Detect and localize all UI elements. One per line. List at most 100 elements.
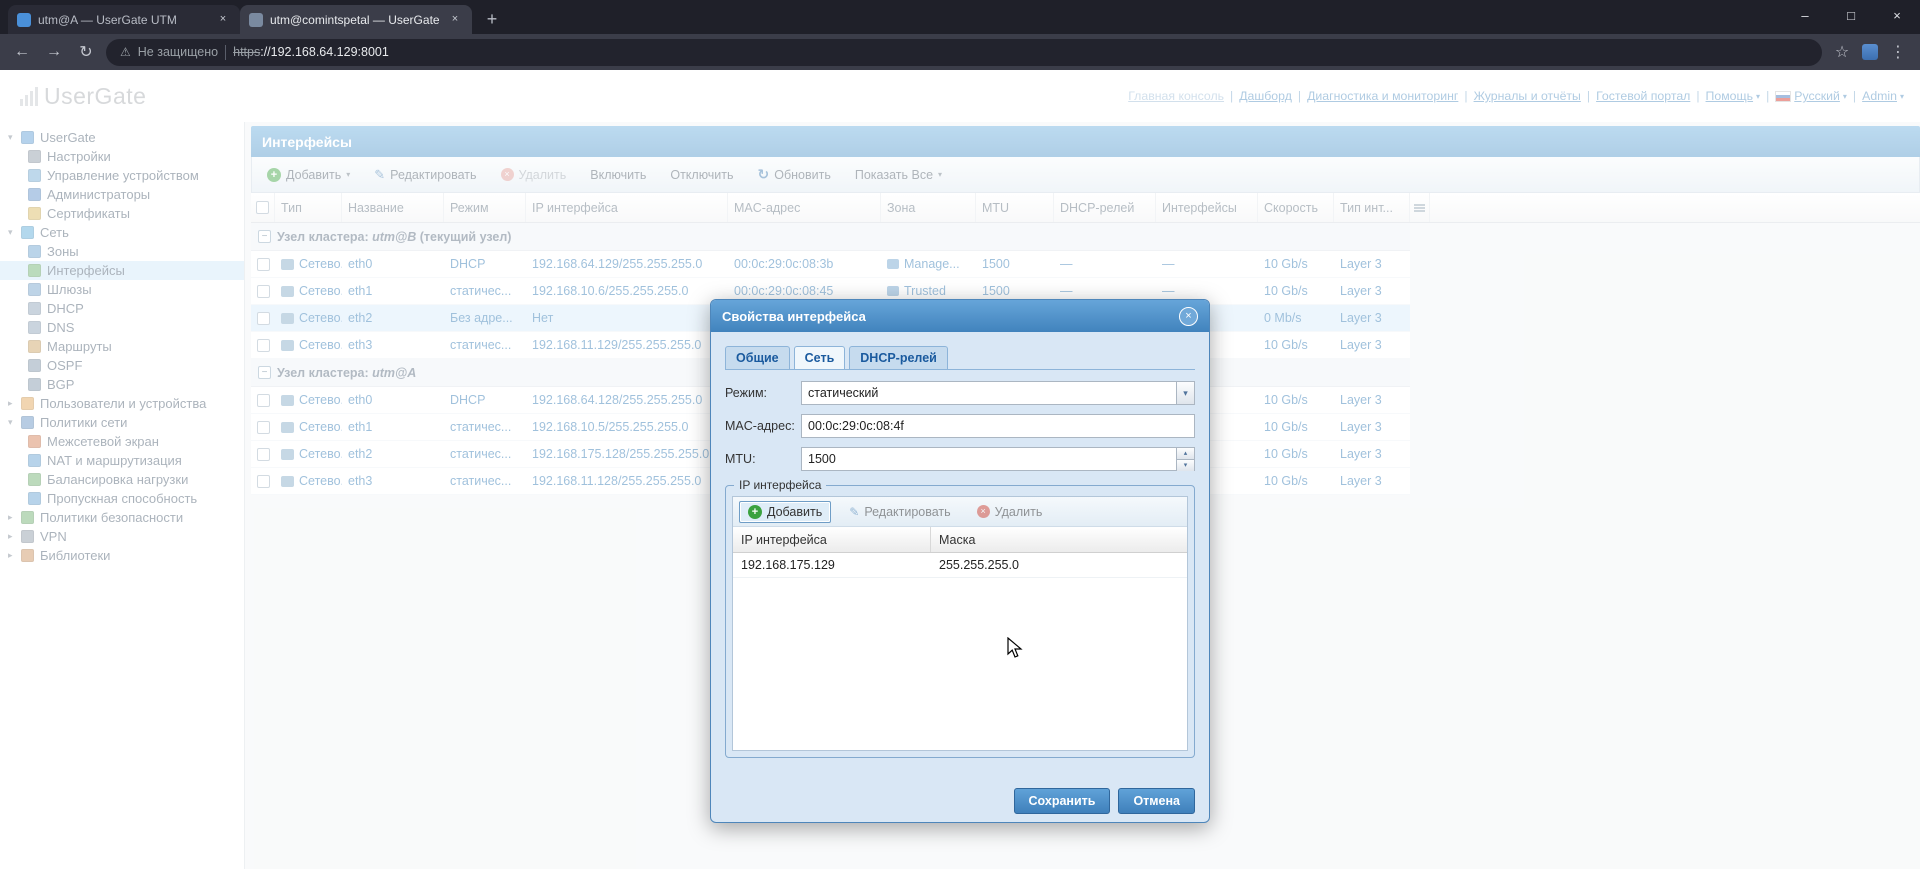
show-all-button[interactable]: Показать Все ▾ (847, 164, 950, 186)
collapse-icon[interactable]: − (258, 230, 271, 243)
sidebar-item[interactable]: Пропускная способность (0, 489, 244, 508)
sidebar-item[interactable]: Балансировка нагрузки (0, 470, 244, 489)
url-bar[interactable]: ⚠ Не защищено https://192.168.64.129:800… (106, 38, 1822, 66)
maximize-button[interactable]: □ (1828, 0, 1874, 30)
top-nav-link[interactable]: Дашборд (1239, 89, 1292, 103)
tab-close-icon[interactable]: × (447, 12, 463, 28)
sidebar-item[interactable]: Администраторы (0, 185, 244, 204)
minimize-button[interactable]: – (1782, 0, 1828, 30)
refresh-button[interactable]: ↻ Обновить (750, 162, 839, 187)
sidebar-item[interactable]: ▸ VPN (0, 527, 244, 546)
column-menu-icon[interactable] (1410, 193, 1430, 222)
table-row[interactable]: Сетево... eth0 DHCP 192.168.64.129/255.255.… (251, 251, 1410, 278)
tree-expander-icon[interactable]: ▸ (8, 550, 21, 561)
mac-input[interactable]: 00:0c:29:0c:08:4f (801, 414, 1195, 438)
tab-dhcp-relay[interactable]: DHCP-релей (849, 346, 948, 369)
sidebar-item[interactable]: OSPF (0, 356, 244, 375)
disable-button[interactable]: Отключить (662, 164, 741, 186)
top-nav-link[interactable]: Главная консоль (1128, 89, 1224, 103)
reload-icon[interactable]: ↻ (74, 42, 98, 62)
browser-menu-icon[interactable]: ⋮ (1886, 42, 1910, 62)
tab-network[interactable]: Сеть (793, 346, 846, 369)
delete-button[interactable]: × Удалить (493, 164, 575, 186)
tree-expander-icon[interactable]: ▸ (8, 512, 21, 523)
row-checkbox[interactable] (256, 447, 270, 461)
column-header[interactable]: Режим (444, 193, 526, 222)
sidebar-item[interactable]: Шлюзы (0, 280, 244, 299)
column-header[interactable]: Интерфейсы (1156, 193, 1258, 222)
close-window-button[interactable]: × (1874, 0, 1920, 30)
sidebar-item[interactable]: Настройки (0, 147, 244, 166)
column-header[interactable]: MAC-адрес (728, 193, 881, 222)
edit-button[interactable]: ✎ Редактировать (366, 163, 484, 187)
sidebar-item[interactable]: ▸ Библиотеки (0, 546, 244, 565)
sidebar-item[interactable]: ▾ UserGate (0, 128, 244, 147)
back-icon[interactable]: ← (10, 43, 34, 61)
mode-select[interactable]: статический ▾ (801, 381, 1195, 405)
sidebar-item[interactable]: Сертификаты (0, 204, 244, 223)
sidebar-item[interactable]: Межсетевой экран (0, 432, 244, 451)
sidebar-item[interactable]: NAT и маршрутизация (0, 451, 244, 470)
tree-expander-icon[interactable]: ▾ (8, 132, 21, 143)
top-nav-link[interactable]: Диагностика и мониторинг (1307, 89, 1458, 103)
new-tab-button[interactable]: + (478, 6, 506, 34)
row-checkbox[interactable] (256, 311, 270, 325)
sidebar-item[interactable]: ▾ Сеть (0, 223, 244, 242)
sidebar-item[interactable]: BGP (0, 375, 244, 394)
column-header[interactable]: DHCP-релей (1054, 193, 1156, 222)
top-nav-link[interactable]: Admin ▾ (1862, 89, 1904, 103)
column-header[interactable]: Тип инт... (1334, 193, 1410, 222)
not-secure-label[interactable]: Не защищено (138, 45, 218, 59)
row-checkbox[interactable] (256, 284, 270, 298)
ip-edit-button[interactable]: ✎ Редактировать (841, 502, 958, 522)
row-checkbox[interactable] (256, 338, 270, 352)
save-button[interactable]: Сохранить (1013, 788, 1111, 814)
ip-column-header[interactable]: IP интерфейса (733, 527, 931, 552)
bookmark-star-icon[interactable]: ☆ (1830, 42, 1854, 62)
cancel-button[interactable]: Отмена (1118, 788, 1195, 814)
select-all-checkbox[interactable] (256, 201, 269, 214)
column-header[interactable]: Название (342, 193, 444, 222)
row-checkbox[interactable] (256, 420, 270, 434)
top-nav-link[interactable]: Гостевой портал (1596, 89, 1690, 103)
column-header[interactable]: MTU (976, 193, 1054, 222)
top-nav-link[interactable]: Помощь ▾ (1706, 89, 1761, 103)
column-header[interactable]: Тип (275, 193, 342, 222)
collapse-icon[interactable]: − (258, 366, 271, 379)
top-nav-link[interactable]: Русский ▾ (1775, 89, 1847, 103)
browser-tab-2[interactable]: utm@comintspetal — UserGate × (240, 5, 472, 34)
browser-tab-1[interactable]: utm@A — UserGate UTM × (8, 5, 240, 34)
tree-expander-icon[interactable]: ▾ (8, 227, 21, 238)
row-checkbox[interactable] (256, 257, 270, 271)
tree-expander-icon[interactable]: ▸ (8, 398, 21, 409)
spinner-up-icon[interactable]: ▴ (1177, 448, 1194, 460)
ip-add-button[interactable]: + Добавить (739, 500, 832, 523)
sidebar-item[interactable]: DHCP (0, 299, 244, 318)
forward-icon[interactable]: → (42, 43, 66, 61)
sidebar-item[interactable]: ▸ Пользователи и устройства (0, 394, 244, 413)
tree-expander-icon[interactable]: ▾ (8, 417, 21, 428)
column-header[interactable]: Зона (881, 193, 976, 222)
spinner-down-icon[interactable]: ▾ (1177, 460, 1194, 471)
row-checkbox[interactable] (256, 474, 270, 488)
sidebar-item[interactable]: ▸ Политики безопасности (0, 508, 244, 527)
tree-expander-icon[interactable]: ▸ (8, 531, 21, 542)
sidebar-item[interactable]: DNS (0, 318, 244, 337)
sidebar-item[interactable]: Интерфейсы (0, 261, 244, 280)
sidebar-item[interactable]: Зоны (0, 242, 244, 261)
chevron-down-icon[interactable]: ▾ (1176, 382, 1194, 404)
mask-column-header[interactable]: Маска (931, 527, 1187, 552)
sidebar-item[interactable]: Управление устройством (0, 166, 244, 185)
sidebar-item[interactable]: Маршруты (0, 337, 244, 356)
enable-button[interactable]: Включить (582, 164, 654, 186)
extension-icon[interactable] (1862, 44, 1878, 60)
add-button[interactable]: + Добавить ▾ (259, 164, 358, 186)
column-header[interactable]: Скорость (1258, 193, 1334, 222)
dialog-close-icon[interactable]: × (1179, 306, 1198, 326)
column-header[interactable]: IP интерфейса (526, 193, 728, 222)
group-row[interactable]: − Узел кластера: utm@B (текущий узел) (251, 223, 1410, 251)
dialog-header[interactable]: Свойства интерфейса × (711, 300, 1209, 332)
mtu-stepper[interactable]: 1500 ▴ ▾ (801, 447, 1195, 471)
tab-general[interactable]: Общие (725, 346, 790, 369)
top-nav-link[interactable]: Журналы и отчёты (1474, 89, 1581, 103)
